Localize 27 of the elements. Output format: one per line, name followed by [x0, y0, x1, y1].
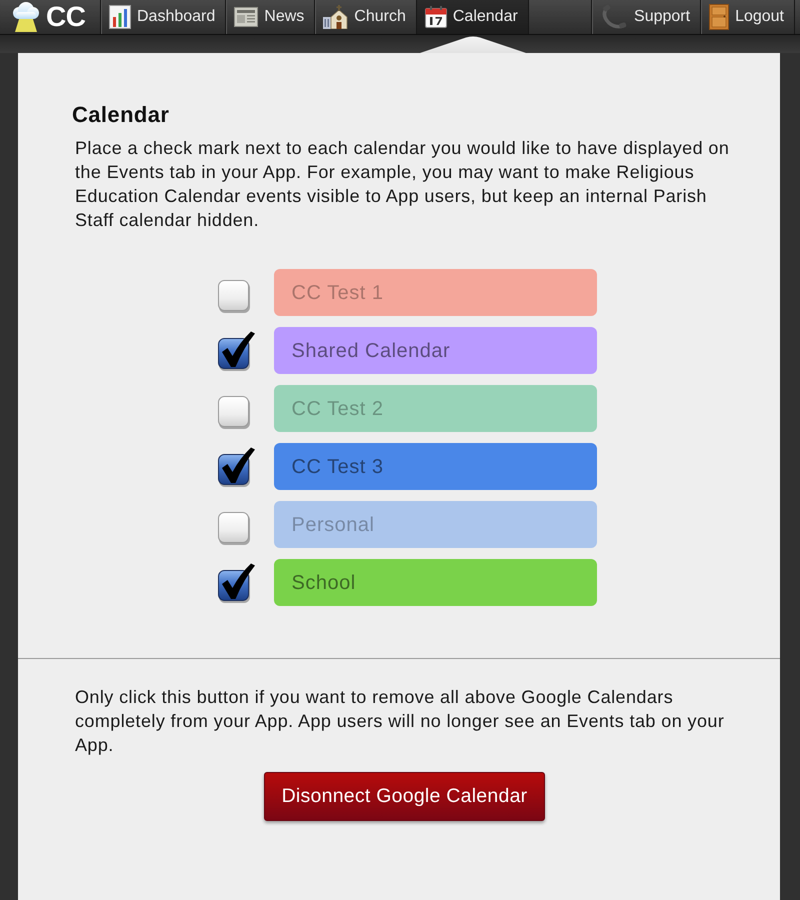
description-text: Place a check mark next to each calendar you would like to have displayed on the Events tab in your App. For example, you may want to make Religious Education Calendar events visible to App users, but keep an internal Parish Staff calendar hidden.: [75, 137, 730, 232]
brand-logo-text: CC: [46, 3, 86, 31]
nav-tab[interactable]: Church: [315, 0, 417, 34]
calendar-label: CC Test 1: [274, 269, 596, 316]
bar-chart-icon: [109, 5, 131, 29]
nav-link[interactable]: Support: [592, 0, 702, 34]
newspaper-icon: [234, 7, 258, 27]
phone-icon: [600, 5, 628, 29]
calendar-label: CC Test 2: [274, 385, 596, 432]
section-title: Calendar: [72, 102, 170, 128]
nav-tab[interactable]: Dashboard: [101, 0, 226, 34]
disconnect-button[interactable]: Disonnect Google Calendar: [264, 772, 545, 822]
warning-text: Only click this button if you want to remove all above Google Calendars completely from your App. App users will no longer see an Events tab on your App.: [75, 686, 726, 758]
checkbox[interactable]: [216, 330, 256, 371]
nav-link[interactable]: Logout: [701, 0, 795, 34]
calendar-label: Personal: [274, 501, 596, 548]
nav-tab[interactable]: News: [226, 0, 316, 34]
calendar-label: Shared Calendar: [274, 327, 596, 374]
calendar-label: School: [274, 559, 596, 606]
calendar-icon: [424, 6, 447, 28]
checkbox[interactable]: [216, 562, 256, 603]
door-icon: [709, 4, 730, 30]
church-icon: [323, 5, 348, 29]
calendar-label: CC Test 3: [274, 443, 596, 490]
cloud-logo-icon: [10, 2, 42, 32]
nav-tab[interactable]: Calendar: [416, 0, 529, 34]
checkbox[interactable]: [216, 446, 256, 487]
